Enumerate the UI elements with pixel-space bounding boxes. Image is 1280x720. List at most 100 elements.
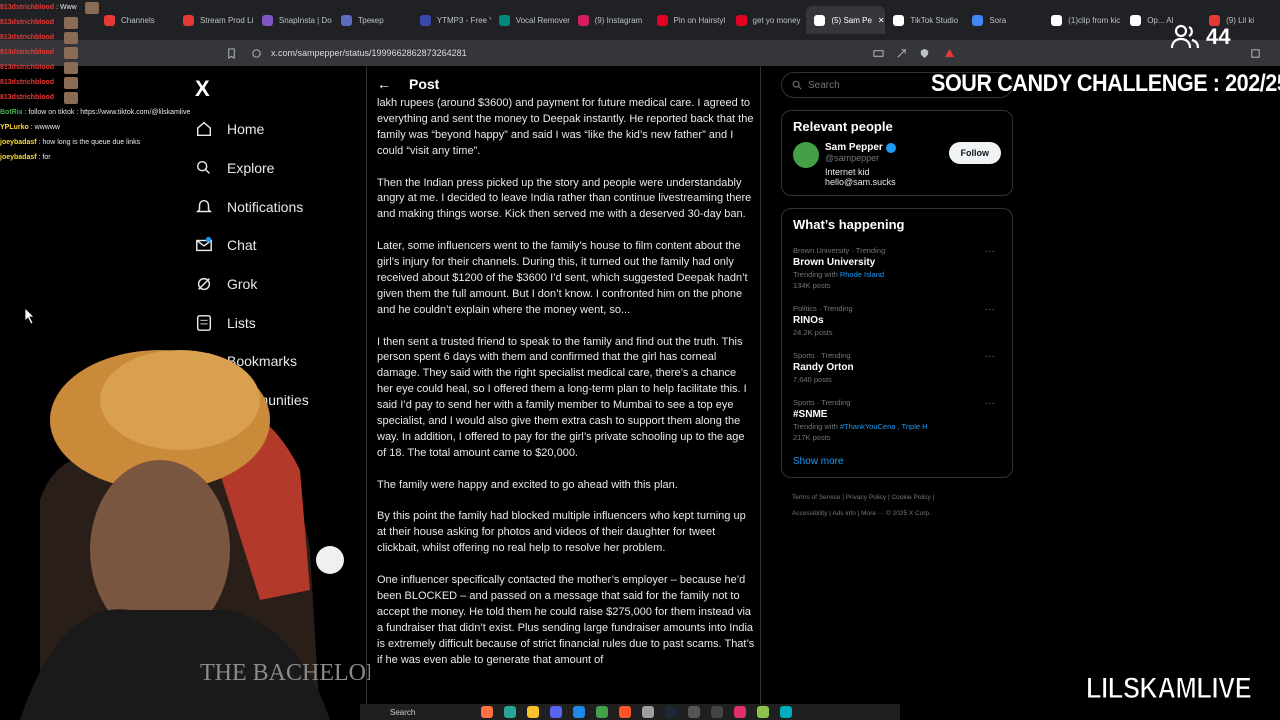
chat-username[interactable]: 813dstrichblood — [0, 30, 54, 45]
browser-tab[interactable]: Pin on Hairstyl — [649, 6, 728, 34]
taskbar-app-icon[interactable] — [481, 706, 493, 718]
bookmark-star-icon[interactable] — [226, 47, 237, 59]
chat-username[interactable]: 813dstrichblood — [0, 45, 54, 60]
more-options-icon[interactable]: ··· — [985, 246, 995, 257]
share-icon[interactable] — [896, 48, 907, 59]
nav-item-home[interactable]: Home — [195, 110, 309, 149]
chat-username[interactable]: 813dstrichblood — [0, 60, 54, 75]
chat-username[interactable]: YPLurko — [0, 120, 29, 135]
chat-text: : wwwww — [30, 124, 60, 131]
chat-message: joeybadasf: for — [0, 150, 210, 165]
close-tab-icon[interactable]: ✕ — [878, 16, 885, 25]
chat-username[interactable]: 813dstrichblood — [0, 0, 54, 15]
trend-category: Brown University · Trending — [793, 246, 886, 255]
instagram-icon[interactable] — [734, 706, 746, 718]
browser-tab[interactable]: get yo money — [728, 6, 807, 34]
taskbar: Search — [360, 704, 900, 720]
trend-item[interactable]: Sports · Trending Randy Orton 7,640 posts ·… — [793, 351, 1001, 384]
tab-favicon-icon — [814, 14, 826, 26]
nav-item-explore[interactable]: Explore — [195, 149, 309, 188]
show-more-link[interactable]: Show more — [793, 456, 1001, 467]
browser-tab[interactable]: Трекер — [333, 6, 412, 34]
nav-item-chat[interactable]: Chat — [195, 226, 309, 265]
brave-shield-icon[interactable] — [919, 48, 930, 59]
taskbar-app-icon[interactable] — [596, 706, 608, 718]
nav-item-notifications[interactable]: Notifications — [195, 187, 309, 226]
chat-username[interactable]: 813dstrichblood — [0, 90, 54, 105]
chat-username[interactable]: joeybadasf — [0, 135, 37, 150]
browser-tab[interactable]: TikTok Studio — [885, 6, 964, 34]
post-body: lakh rupees (around $3600) and payment f… — [377, 96, 755, 684]
trend-name[interactable]: Brown University — [793, 257, 1001, 268]
viewer-count: 44 — [1170, 24, 1230, 50]
tab-favicon-icon — [1051, 14, 1063, 26]
trend-item[interactable]: Sports · Trending #SNME Trending with #Tha… — [793, 398, 1001, 442]
post-paragraph: lakh rupees (around $3600) and payment f… — [377, 97, 754, 157]
extensions-icon[interactable] — [1250, 48, 1261, 59]
nav-item-lists[interactable]: Lists — [195, 303, 309, 342]
person-name[interactable]: Sam Pepper — [825, 142, 883, 153]
cast-icon[interactable] — [873, 48, 884, 59]
trend-item[interactable]: Politics · Trending RINOs 24.2K posts ··· — [793, 304, 1001, 337]
trend-item[interactable]: Brown University · Trending Brown Univers… — [793, 246, 1001, 290]
copilot-icon[interactable] — [504, 706, 516, 718]
trend-name[interactable]: Randy Orton — [793, 362, 1001, 373]
chat-text: : follow on tiktok : https://www.tiktok.… — [24, 109, 191, 116]
more-options-icon[interactable]: ··· — [985, 351, 995, 362]
store-icon[interactable] — [573, 706, 585, 718]
more-options-icon[interactable]: ··· — [985, 304, 995, 315]
trend-name[interactable]: #SNME — [793, 409, 1001, 420]
follow-button[interactable]: Follow — [948, 142, 1001, 164]
brave-icon[interactable] — [619, 706, 631, 718]
chat-message: 813dstrichblood — [0, 45, 210, 60]
taskbar-app-icon[interactable] — [711, 706, 723, 718]
chat-username[interactable]: 813dstrichblood — [0, 15, 54, 30]
taskbar-app-icon[interactable] — [757, 706, 769, 718]
person-handle: @sampepper — [825, 153, 880, 163]
chat-emote-icon — [64, 46, 79, 59]
chat-username[interactable]: joeybadasf — [0, 150, 37, 165]
browser-tab[interactable]: Sora — [964, 6, 1043, 34]
tab-label: (9) Instagram — [594, 15, 643, 25]
tab-label: Pin on Hairstyl — [673, 15, 726, 25]
url-text[interactable]: x.com/sampepper/status/19996628628732642… — [271, 48, 467, 58]
tab-label: Vocal Remover — [515, 15, 570, 25]
taskbar-app-icon[interactable] — [688, 706, 700, 718]
trend-count: 217K posts — [793, 433, 831, 442]
browser-tab[interactable]: (5) Sam Pe ✕ — [806, 6, 886, 34]
obs-icon[interactable] — [642, 706, 654, 718]
trend-with-link[interactable]: #ThankYouCena , Triple H — [840, 422, 928, 431]
bell-icon — [195, 198, 213, 216]
trend-name[interactable]: RINOs — [793, 315, 1001, 326]
browser-tab[interactable]: Vocal Remover — [491, 6, 570, 34]
nav-item-label: Lists — [227, 314, 256, 331]
chat-username[interactable]: BotRix — [0, 105, 23, 120]
avatar[interactable] — [793, 142, 819, 168]
footer-links-2[interactable]: Accessibility | Ads info | More ··· © 20… — [792, 506, 1013, 522]
trend-category: Politics · Trending — [793, 304, 853, 313]
browser-tab[interactable]: SnapInsta | Do — [254, 6, 333, 34]
more-options-icon[interactable]: ··· — [985, 398, 995, 409]
back-arrow-icon[interactable]: ← — [377, 76, 391, 92]
file-explorer-icon[interactable] — [527, 706, 539, 718]
chat-emote-icon — [64, 76, 79, 89]
trend-with: Trending with Rhode Island — [793, 270, 1001, 279]
browser-tab[interactable]: (1)clip from kic — [1043, 6, 1122, 34]
search-placeholder: Search — [808, 79, 840, 91]
taskbar-search[interactable]: Search — [390, 708, 470, 717]
rewards-icon[interactable] — [944, 48, 955, 59]
taskbar-app-icon[interactable] — [780, 706, 792, 718]
discord-icon[interactable] — [550, 706, 562, 718]
shirt-text: THE BACHELOR — [200, 660, 370, 686]
browser-tab[interactable]: (9) Instagram — [570, 6, 649, 34]
trend-category: Sports · Trending — [793, 351, 851, 360]
relevant-people-title: Relevant people — [793, 119, 893, 134]
chat-username[interactable]: 813dstrichblood — [0, 75, 54, 90]
nav-item-grok[interactable]: Grok — [195, 265, 309, 304]
footer-links-1[interactable]: Terms of Service | Privacy Policy | Cook… — [792, 490, 1013, 506]
steam-icon[interactable] — [665, 706, 677, 718]
person-row[interactable]: Sam Pepper @sampepper Internet kid hello… — [793, 142, 1001, 187]
browser-tab[interactable]: YTMP3 - Free Y — [412, 6, 491, 34]
trend-with-link[interactable]: Rhode Island — [840, 270, 884, 279]
site-info-icon[interactable] — [251, 48, 262, 59]
